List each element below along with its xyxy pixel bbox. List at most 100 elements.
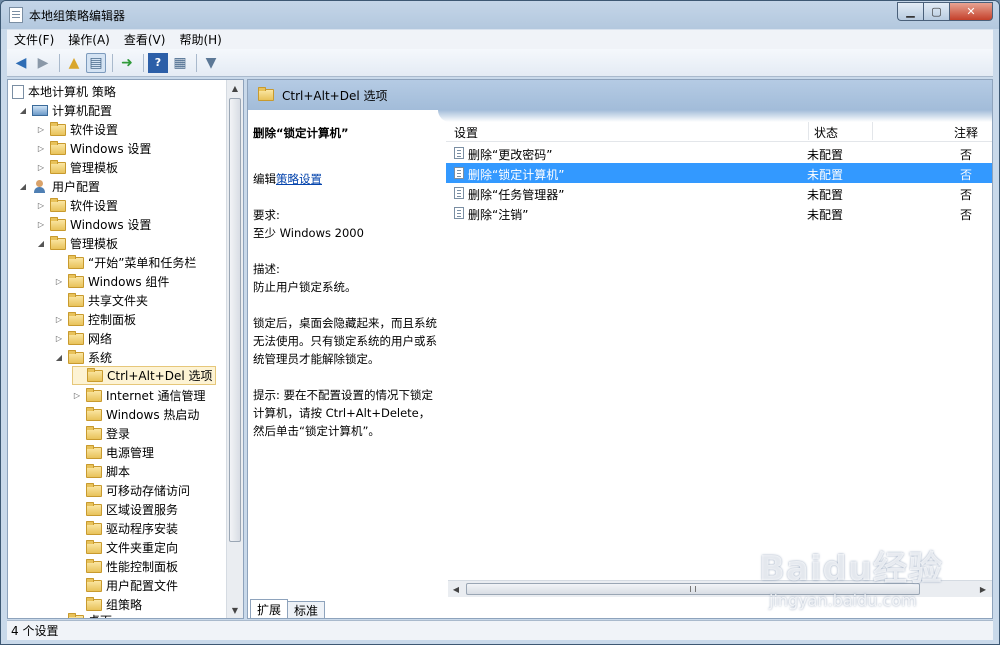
toolbar-separator: [59, 53, 60, 72]
expand-triangle-icon[interactable]: ▷: [72, 391, 82, 400]
close-button[interactable]: ✕: [949, 2, 993, 21]
expand-triangle-icon[interactable]: ▷: [36, 220, 46, 229]
folder-icon: [86, 387, 102, 402]
tab-standard[interactable]: 标准: [287, 601, 326, 618]
tree-item-start-menu[interactable]: “开始”菜单和任务栏: [54, 253, 196, 272]
expand-triangle-icon[interactable]: ▷: [54, 334, 64, 343]
folder-icon: [86, 558, 102, 573]
tree-item-logon[interactable]: 登录: [72, 424, 130, 443]
menu-action[interactable]: 操作(A): [61, 31, 117, 48]
menu-file[interactable]: 文件(F): [7, 31, 61, 48]
tree-item-user-profiles[interactable]: 用户配置文件: [72, 576, 178, 595]
baidu-watermark: Baidu经验 jingyan.baidu.com: [759, 541, 959, 621]
scroll-down-arrow-icon[interactable]: ▼: [227, 602, 243, 618]
tree-item-cc-windows[interactable]: ▷ Windows 设置: [36, 139, 151, 158]
scrollbar-grip-icon: [690, 586, 696, 592]
tree-item-perf[interactable]: 性能控制面板: [72, 557, 178, 576]
tree-item-win-hotstart[interactable]: Windows 热启动: [72, 405, 199, 424]
scroll-left-arrow-icon[interactable]: ◀: [448, 581, 464, 597]
expand-triangle-icon[interactable]: ▷: [54, 616, 64, 618]
policy-setting-icon: [454, 207, 464, 219]
folder-icon: [86, 596, 102, 611]
extended-description: 删除“锁定计算机” 编辑策略设置 要求: 至少 Windows 2000 描述: 防…: [248, 110, 446, 618]
column-header-comment[interactable]: 注释: [954, 124, 978, 141]
filter-icon[interactable]: ▼: [201, 53, 221, 73]
column-header-state[interactable]: 状态: [814, 124, 838, 141]
forward-arrow-icon[interactable]: ▶: [33, 53, 53, 73]
status-bar: 4 个设置: [7, 620, 993, 640]
tab-extended[interactable]: 扩展: [250, 599, 289, 618]
tree-item-root[interactable]: 本地计算机 策略: [12, 82, 116, 101]
scrollbar-thumb[interactable]: [229, 98, 241, 542]
row-comment: 否: [960, 208, 973, 222]
expand-triangle-icon[interactable]: ▷: [36, 144, 46, 153]
tree-item-shared-folders[interactable]: 共享文件夹: [54, 291, 148, 310]
menu-help[interactable]: 帮助(H): [172, 31, 228, 48]
table-row-selected[interactable]: 删除“锁定计算机” 未配置 否: [446, 163, 992, 183]
tree-item-folder-redirect[interactable]: 文件夹重定向: [72, 538, 178, 557]
app-window: 本地组策略编辑器 ▁ ▢ ✕ 文件(F) 操作(A) 查看(V) 帮助(H) ◀…: [0, 0, 1000, 645]
tree-item-cad-options[interactable]: Ctrl+Alt+Del 选项: [72, 366, 217, 385]
collapse-triangle-icon[interactable]: ◢: [18, 106, 28, 115]
scroll-up-arrow-icon[interactable]: ▲: [227, 80, 243, 96]
help-icon[interactable]: ?: [148, 52, 168, 73]
collapse-triangle-icon[interactable]: ◢: [36, 239, 46, 248]
tree-item-internet-comm[interactable]: ▷ Internet 通信管理: [72, 386, 205, 405]
export-list-icon[interactable]: ➜: [117, 53, 137, 73]
tree-vertical-scrollbar[interactable]: ▲ ▼: [226, 80, 243, 618]
tree-item-label: 桌面: [88, 612, 112, 618]
tree-item-label: 软件设置: [70, 199, 119, 213]
tree-item-power[interactable]: 电源管理: [72, 443, 154, 462]
edit-policy-link[interactable]: 策略设置: [276, 172, 322, 186]
show-hide-tree-icon[interactable]: ▤: [86, 52, 106, 73]
tree-item-uc-windows[interactable]: ▷ Windows 设置: [36, 215, 151, 234]
tree-item-driver[interactable]: 驱动程序安装: [72, 519, 178, 538]
properties-icon[interactable]: ▦: [170, 53, 190, 73]
tree-item-win-components[interactable]: ▷ Windows 组件: [54, 272, 169, 291]
tree-item-label: Internet 通信管理: [106, 389, 206, 403]
collapse-triangle-icon[interactable]: ◢: [18, 182, 28, 191]
tree-item-removable[interactable]: 可移动存储访问: [72, 481, 190, 500]
tree-item-cc-software[interactable]: ▷ 软件设置: [36, 120, 118, 139]
expand-triangle-icon[interactable]: ▷: [36, 125, 46, 134]
column-header-setting[interactable]: 设置: [454, 124, 478, 141]
policy-setting-icon: [454, 187, 464, 199]
tree-item-user-config[interactable]: ◢ 用户配置: [18, 177, 100, 196]
maximize-button[interactable]: ▢: [923, 2, 949, 21]
tree-item-label: Windows 热启动: [106, 408, 200, 422]
expand-triangle-icon[interactable]: ▷: [54, 315, 64, 324]
table-row[interactable]: 删除“注销” 未配置 否: [446, 203, 992, 223]
folder-icon: [50, 216, 66, 231]
collapse-triangle-icon[interactable]: ◢: [54, 353, 64, 362]
folder-icon: [86, 577, 102, 592]
tree-item-control-panel[interactable]: ▷ 控制面板: [54, 310, 136, 329]
expand-triangle-icon[interactable]: ▷: [36, 201, 46, 210]
tree-item-system[interactable]: ◢ 系统: [54, 348, 112, 367]
tree-item-uc-admin[interactable]: ◢ 管理模板: [36, 234, 118, 253]
requirements-label: 要求:: [253, 208, 280, 222]
table-row[interactable]: 删除“更改密码” 未配置 否: [446, 143, 992, 163]
tree-item-uc-software[interactable]: ▷ 软件设置: [36, 196, 118, 215]
tree-item-label: 管理模板: [70, 161, 119, 175]
column-divider[interactable]: [808, 122, 809, 140]
back-arrow-icon[interactable]: ◀: [11, 53, 31, 73]
tree-item-computer-config[interactable]: ◢ 计算机配置: [18, 101, 112, 120]
scroll-right-arrow-icon[interactable]: ▶: [975, 581, 991, 597]
tree-item-scripts[interactable]: 脚本: [72, 462, 130, 481]
tree-item-cc-admin[interactable]: ▷ 管理模板: [36, 158, 118, 177]
table-row[interactable]: 删除“任务管理器” 未配置 否: [446, 183, 992, 203]
tree-item-label: 可移动存储访问: [106, 484, 191, 498]
folder-icon: [86, 482, 102, 497]
expand-triangle-icon[interactable]: ▷: [36, 163, 46, 172]
folder-icon: [86, 406, 102, 421]
up-folder-icon[interactable]: ▲: [64, 53, 84, 73]
expand-triangle-icon[interactable]: ▷: [54, 277, 64, 286]
menu-view[interactable]: 查看(V): [117, 31, 173, 48]
column-divider[interactable]: [872, 122, 873, 140]
tree-item-locale[interactable]: 区域设置服务: [72, 500, 178, 519]
tree-item-desktop[interactable]: ▷ 桌面: [54, 611, 112, 618]
minimize-button[interactable]: ▁: [897, 2, 923, 21]
status-text: 4 个设置: [11, 624, 59, 638]
tree-item-label: Windows 设置: [70, 218, 152, 232]
tree-item-network[interactable]: ▷ 网络: [54, 329, 112, 348]
